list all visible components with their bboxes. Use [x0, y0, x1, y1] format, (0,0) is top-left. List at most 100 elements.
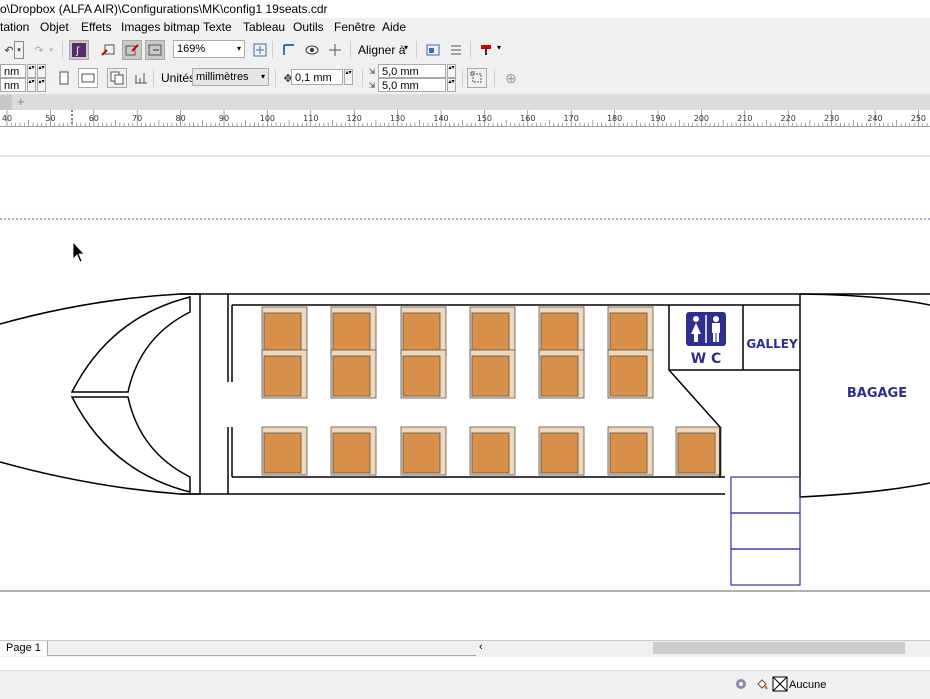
drawing-canvas[interactable]: W C GALLEY BAGAGE — [0, 127, 930, 640]
position-x-field[interactable]: nm — [0, 64, 26, 78]
menu-item-images-bitmap[interactable]: Images bitmap — [121, 20, 200, 34]
current-page-icon[interactable] — [132, 69, 150, 87]
menu-item-tableau[interactable]: Tableau — [243, 20, 285, 34]
passenger-seat — [261, 306, 308, 356]
chevron-down-icon[interactable]: ▾ — [497, 43, 501, 52]
passenger-seat — [538, 306, 585, 356]
ruler-label: 150 — [477, 114, 492, 123]
menu-item-texte[interactable]: Texte — [203, 20, 232, 34]
passenger-seat — [607, 306, 654, 356]
ruler-label: 80 — [176, 114, 186, 123]
page-tab-baseline — [48, 655, 476, 656]
ruler-label: 210 — [737, 114, 752, 123]
document-tab[interactable] — [0, 95, 12, 110]
ruler-label: 100 — [260, 114, 275, 123]
guidelines-icon[interactable] — [326, 41, 344, 59]
ruler-labels: 40 50 60 70 80 90 100 110 120 130 140 150 160 170 180 1… — [2, 114, 926, 123]
ruler-label: 180 — [607, 114, 622, 123]
document-tab-strip: + — [0, 94, 930, 110]
options-icon[interactable] — [424, 41, 442, 59]
ruler-label: 170 — [564, 114, 579, 123]
scroll-left-icon[interactable]: ‹ — [479, 641, 483, 653]
chevron-down-icon: ▾ — [236, 44, 241, 53]
ruler-label: 230 — [824, 114, 839, 123]
passenger-seat — [469, 426, 516, 476]
zoom-level-value: 169% — [177, 43, 206, 55]
ruler-label: 220 — [781, 114, 796, 123]
edit-page-icon[interactable] — [467, 68, 487, 88]
publish-pdf-icon[interactable] — [145, 40, 165, 60]
passenger-seat — [400, 349, 447, 399]
tail-top-curve — [799, 293, 930, 306]
wc-icon — [686, 312, 726, 346]
boarding-stairs — [730, 476, 801, 586]
duplicate-x-spinner[interactable]: ▴▾ — [447, 64, 456, 78]
export-icon[interactable] — [122, 40, 142, 60]
ruler-label: 190 — [650, 114, 665, 123]
all-pages-icon[interactable] — [107, 68, 127, 88]
outline-color-icon[interactable] — [734, 677, 748, 691]
menu-item-presentation[interactable]: tation — [0, 20, 29, 34]
list-options-icon[interactable] — [447, 41, 465, 59]
app-launcher-icon[interactable]: ʃ — [69, 40, 89, 60]
ruler-label: 140 — [433, 114, 448, 123]
passenger-seat — [538, 349, 585, 399]
cockpit-bulkhead — [180, 293, 201, 495]
position-x-spinner[interactable]: ▴▾ — [27, 64, 36, 78]
ruler-label: 200 — [694, 114, 709, 123]
zoom-level-select[interactable]: 169% ▾ — [173, 40, 245, 58]
svg-text:ʃ: ʃ — [75, 46, 80, 57]
standard-toolbar: ↶ ▾ ↷ ▾ ʃ 169% ▾ Aligner à ▾ ▾ — [0, 38, 930, 62]
horizontal-scrollbar-thumb[interactable] — [653, 642, 905, 654]
passenger-seat — [330, 306, 377, 356]
menu-item-aide[interactable]: Aide — [382, 20, 406, 34]
chevron-down-icon: ▾ — [260, 72, 265, 81]
nudge-spinner[interactable]: ▴▾ — [344, 69, 353, 85]
duplicate-distance-x-field[interactable]: 5,0 mm — [378, 64, 446, 78]
align-to-button[interactable]: Aligner à — [358, 43, 405, 57]
duplicate-y-spinner[interactable]: ▴▾ — [447, 78, 456, 92]
units-value: millimètres — [196, 71, 249, 83]
page-tab[interactable]: Page 1 — [0, 641, 48, 656]
snap-to-icon[interactable] — [280, 41, 298, 59]
nudge-distance-field[interactable]: 0,1 mm — [291, 69, 343, 85]
add-tab-icon[interactable]: + — [17, 94, 25, 109]
chevron-down-icon[interactable]: ▾ — [404, 43, 408, 52]
fill-bucket-icon[interactable] — [755, 677, 769, 691]
page-tab-label: Page 1 — [6, 642, 41, 654]
zoom-to-page-icon[interactable] — [251, 41, 269, 59]
position-y-field[interactable]: nm — [0, 78, 26, 92]
cockpit-seat-upper — [70, 296, 191, 393]
launch-icon[interactable] — [477, 41, 495, 59]
title-bar: o\Dropbox (ALFA AIR)\Configurations\MK\c… — [0, 0, 930, 18]
passenger-seat — [261, 349, 308, 399]
passenger-seats — [261, 306, 722, 476]
ruler-label: 240 — [867, 114, 882, 123]
units-select[interactable]: millimètres ▾ — [192, 68, 269, 86]
landscape-icon[interactable] — [78, 68, 98, 88]
add-icon[interactable]: ⊕ — [502, 69, 520, 87]
fill-status-label: Aucune — [789, 679, 827, 691]
menu-item-effets[interactable]: Effets — [81, 20, 111, 34]
menu-item-outils[interactable]: Outils — [293, 20, 324, 34]
menu-item-fenetre[interactable]: Fenêtre — [334, 20, 375, 34]
menu-item-objet[interactable]: Objet — [40, 20, 69, 34]
view-mode-icon[interactable] — [303, 41, 321, 59]
import-icon[interactable] — [99, 41, 117, 59]
passenger-seat — [400, 426, 447, 476]
passenger-seat — [469, 349, 516, 399]
passenger-seat — [538, 426, 585, 476]
size-x-spinner[interactable]: ▴▾ — [37, 64, 46, 78]
portrait-icon[interactable] — [55, 69, 73, 87]
horizontal-ruler[interactable]: 40 50 60 70 80 90 100 110 120 130 140 150 160 170 180 1… — [0, 110, 930, 127]
no-fill-icon[interactable] — [772, 676, 788, 692]
size-y-spinner[interactable]: ▴▾ — [37, 78, 46, 92]
passenger-seat — [400, 306, 447, 356]
ruler-label: 160 — [520, 114, 535, 123]
position-y-spinner[interactable]: ▴▾ — [27, 78, 36, 92]
undo-dropdown-icon[interactable]: ▾ — [14, 41, 24, 59]
bagage-label: BAGAGE — [847, 386, 907, 401]
redo-dropdown-icon[interactable]: ▾ — [46, 41, 56, 59]
passenger-seat — [261, 426, 308, 476]
duplicate-distance-y-field[interactable]: 5,0 mm — [378, 78, 446, 92]
